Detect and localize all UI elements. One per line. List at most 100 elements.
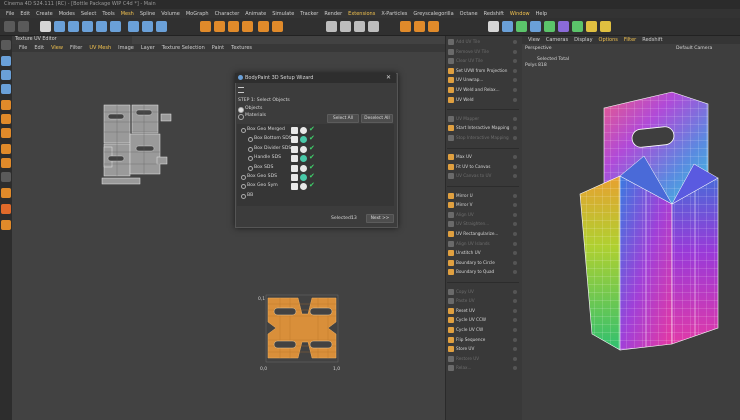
- command-uv-weld[interactable]: UV Weld: [447, 96, 519, 104]
- cloner-icon[interactable]: [544, 21, 555, 32]
- checkmark-icon[interactable]: ✔: [309, 153, 315, 161]
- x-axis-icon[interactable]: [326, 21, 337, 32]
- command-options-icon[interactable]: [513, 174, 517, 179]
- menu-item-extensions[interactable]: Extensions: [348, 11, 375, 17]
- command-options-icon[interactable]: [513, 299, 517, 304]
- z-axis-icon[interactable]: [354, 21, 365, 32]
- lock-workplane-icon[interactable]: [1, 220, 11, 230]
- redo-icon[interactable]: [18, 21, 29, 32]
- command-mirror-u[interactable]: Mirror U: [447, 192, 519, 200]
- axis-mode-icon[interactable]: [1, 172, 11, 182]
- uv-menu-image[interactable]: Image: [118, 45, 134, 51]
- menu-item-modes[interactable]: Modes: [59, 11, 75, 17]
- menu-item-character[interactable]: Character: [215, 11, 240, 17]
- uv-menu-view[interactable]: View: [51, 45, 63, 51]
- uv-tag-icon[interactable]: [291, 136, 298, 144]
- viewport-menu-view[interactable]: View: [528, 37, 540, 43]
- command-options-icon[interactable]: [513, 222, 517, 227]
- move-tool-icon[interactable]: [128, 21, 139, 32]
- checkmark-icon[interactable]: ✔: [309, 163, 315, 171]
- extrude-tool-icon[interactable]: [242, 21, 253, 32]
- menu-item-tools[interactable]: Tools: [102, 11, 114, 17]
- command-options-icon[interactable]: [513, 337, 517, 342]
- checkmark-icon[interactable]: ✔: [309, 172, 315, 180]
- menu-item-volume[interactable]: Volume: [161, 11, 180, 17]
- command-options-icon[interactable]: [513, 136, 517, 140]
- select-tool-icon[interactable]: [40, 21, 51, 32]
- command-cycle-uv-cw[interactable]: Cycle UV CW: [447, 326, 519, 334]
- command-options-icon[interactable]: [513, 126, 517, 131]
- command-fit-uv-to-canvas[interactable]: Fit UV to Canvas: [447, 163, 519, 171]
- knife-tool-icon[interactable]: [214, 21, 225, 32]
- render-view-icon[interactable]: [400, 21, 411, 32]
- command-uv-rectangularize[interactable]: UV Rectangularize...: [447, 230, 519, 238]
- points-mode-icon[interactable]: [1, 100, 11, 110]
- render-picture-viewer-icon[interactable]: [414, 21, 425, 32]
- polygon-selection-icon[interactable]: [96, 21, 107, 32]
- menu-item-edit[interactable]: Edit: [20, 11, 30, 17]
- viewport-menu-options[interactable]: Options: [599, 37, 618, 43]
- menu-item-animate[interactable]: Animate: [245, 11, 266, 17]
- checkmark-icon[interactable]: ✔: [309, 144, 315, 152]
- command-options-icon[interactable]: [513, 366, 517, 371]
- command-options-icon[interactable]: [513, 318, 517, 323]
- command-start-interactive-mapping[interactable]: Start Interactive Mapping: [447, 124, 519, 132]
- uv-menu-texture-selection[interactable]: Texture Selection: [162, 45, 205, 51]
- command-boundary-to-quad[interactable]: Boundary to Quad: [447, 268, 519, 276]
- scale-tool-icon[interactable]: [142, 21, 153, 32]
- edges-mode-icon[interactable]: [1, 114, 11, 124]
- polygons-mode-icon[interactable]: [1, 128, 11, 138]
- bottle-package-model[interactable]: [522, 44, 740, 420]
- uv-tag-icon[interactable]: [291, 174, 298, 181]
- next-button[interactable]: Next >>: [366, 214, 394, 223]
- uv-tag-icon[interactable]: [291, 145, 298, 153]
- command-options-icon[interactable]: [513, 212, 517, 217]
- command-options-icon[interactable]: [513, 97, 517, 102]
- command-set-uvw-from-projection[interactable]: Set UVW from Projection: [447, 67, 519, 75]
- menu-item-file[interactable]: File: [6, 11, 14, 17]
- command-options-icon[interactable]: [513, 308, 517, 313]
- workplane-icon[interactable]: [1, 84, 11, 94]
- hamburger-menu-icon[interactable]: [238, 87, 244, 93]
- model-mode-icon[interactable]: [1, 56, 11, 66]
- command-reset-uv[interactable]: Reset UV: [447, 307, 519, 315]
- menu-item-mesh[interactable]: Mesh: [121, 11, 134, 17]
- viewport-menu-display[interactable]: Display: [574, 37, 592, 43]
- array-icon[interactable]: [530, 21, 541, 32]
- uv-menu-layer[interactable]: Layer: [141, 45, 155, 51]
- command-options-icon[interactable]: [513, 78, 517, 83]
- uv-menu-filter[interactable]: Filter: [70, 45, 82, 51]
- make-editable-icon[interactable]: [1, 40, 11, 50]
- close-hole-icon[interactable]: [258, 21, 269, 32]
- viewport-menu-cameras[interactable]: Cameras: [546, 37, 568, 43]
- pen-tool-icon[interactable]: [502, 21, 513, 32]
- menu-item-mograph[interactable]: MoGraph: [186, 11, 209, 17]
- uv-editor-tab[interactable]: Texture UV Editor: [12, 36, 132, 44]
- uv-tag-icon[interactable]: [291, 155, 298, 163]
- command-uv-unwrap[interactable]: UV Unwrap...: [447, 76, 519, 84]
- command-mirror-v[interactable]: Mirror V: [447, 201, 519, 209]
- command-options-icon[interactable]: [513, 155, 517, 160]
- menu-item-help[interactable]: Help: [536, 11, 547, 17]
- command-options-icon[interactable]: [513, 241, 517, 246]
- object-expand-icon[interactable]: [241, 175, 246, 180]
- rect-selection-icon[interactable]: [68, 21, 79, 32]
- command-options-icon[interactable]: [513, 203, 517, 208]
- add-point-icon[interactable]: [200, 21, 211, 32]
- command-options-icon[interactable]: [513, 232, 517, 236]
- command-options-icon[interactable]: [513, 68, 517, 73]
- viewport-menu-filter[interactable]: Filter: [624, 37, 636, 43]
- command-options-icon[interactable]: [513, 270, 517, 275]
- coordinate-system-icon[interactable]: [368, 21, 379, 32]
- command-flip-sequence[interactable]: Flip Sequence: [447, 336, 519, 344]
- loop-selection-icon[interactable]: [110, 21, 121, 32]
- command-max-uv[interactable]: Max UV: [447, 153, 519, 161]
- uv-tag-icon[interactable]: [291, 127, 298, 134]
- command-options-icon[interactable]: [513, 260, 517, 265]
- menu-item-window[interactable]: Window: [510, 11, 530, 17]
- command-options-icon[interactable]: [513, 116, 517, 121]
- uv-menu-edit[interactable]: Edit: [34, 45, 44, 51]
- uv-menu-file[interactable]: File: [19, 45, 27, 51]
- object-expand-icon[interactable]: [241, 128, 246, 133]
- object-list-row[interactable]: [237, 192, 394, 201]
